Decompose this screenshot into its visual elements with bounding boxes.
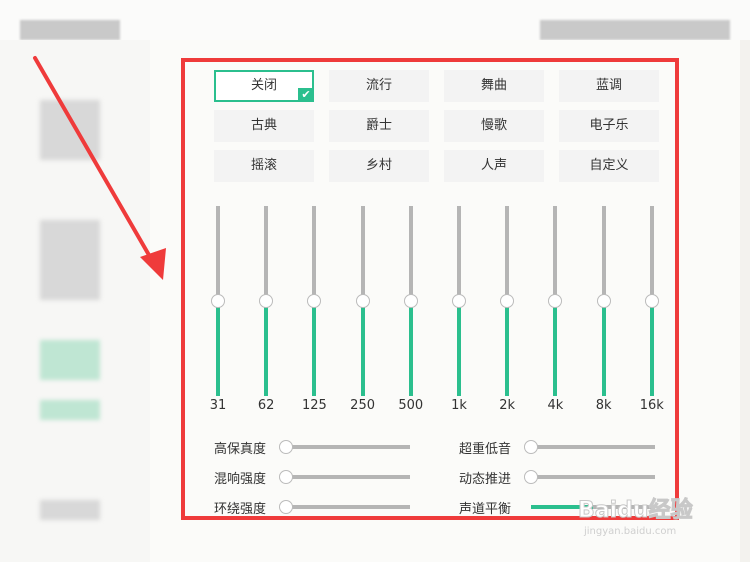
band-frequency-label: 500 [398,398,424,413]
preset-label: 乡村 [365,158,392,173]
slider-fill [601,301,606,396]
eq-band-slider[interactable]: 8k [589,206,619,421]
slider-fill [264,301,269,396]
eq-band-slider[interactable]: 16k [637,206,667,421]
blurred-sidebar-item [40,220,100,300]
blurred-sidebar-item [40,100,100,160]
band-frequency-label: 31 [209,398,227,413]
slider-fill [216,301,220,396]
preset-label: 古典 [250,118,277,133]
blurred-title [20,20,120,40]
blurred-sidebar-item [40,400,100,420]
watermark-url: jingyan.baidu.com [584,526,677,537]
slider-knob[interactable] [307,294,322,308]
preset-button[interactable]: 爵士 [329,110,429,142]
slider-knob[interactable] [500,294,515,308]
slider-knob[interactable] [403,294,418,308]
preset-button[interactable]: 人声 [444,150,544,182]
preset-button[interactable]: 流行 [329,70,429,102]
band-frequency-label: 1k [451,398,467,413]
slider-fill [649,301,654,396]
preset-label: 摇滚 [250,158,277,173]
preset-label: 人声 [480,158,507,173]
effect-label: 声道平衡 [459,502,512,517]
check-icon: ✔ [298,88,314,102]
slider-knob[interactable] [279,440,293,454]
effect-slider[interactable]: 超重低音 [459,436,659,458]
effect-slider[interactable]: 高保真度 [214,436,414,458]
slider-knob[interactable] [524,470,538,484]
preset-label: 电子乐 [589,118,629,133]
slider-fill [505,301,510,396]
effect-slider[interactable]: 动态推进 [459,466,659,488]
eq-band-slider[interactable]: 125 [299,206,329,421]
slider-knob[interactable] [211,294,225,308]
effect-label: 环绕强度 [214,502,267,517]
blurred-sidebar-item [40,500,100,520]
eq-band-slider[interactable]: 2k [492,206,522,421]
band-frequency-label: 62 [257,398,275,413]
preset-button[interactable]: 慢歌 [444,110,544,142]
band-frequency-label: 16k [639,398,664,413]
preset-label: 慢歌 [480,118,507,133]
slider-knob[interactable] [259,294,274,308]
effect-label: 混响强度 [214,472,267,487]
watermark-logo: Baidu经验 [578,498,694,524]
preset-label: 流行 [365,78,392,93]
slider-knob[interactable] [279,470,293,484]
band-frequency-label: 250 [350,398,375,413]
band-frequency-label: 4k [547,398,564,413]
slider-knob[interactable] [279,500,293,514]
preset-button[interactable]: 蓝调 [559,70,659,102]
slider-knob[interactable] [596,294,611,308]
effect-label: 动态推进 [459,472,512,487]
preset-button[interactable]: 摇滚 [214,150,314,182]
preset-label: 爵士 [365,118,392,133]
slider-fill [457,301,461,396]
preset-label: 关闭 [250,78,277,93]
slider-track[interactable] [286,505,410,509]
eq-band-slider[interactable]: 62 [251,206,281,421]
preset-label: 舞曲 [480,78,507,93]
slider-fill [553,301,558,396]
preset-button[interactable]: 关闭 ✔ [214,70,314,102]
preset-button[interactable]: 自定义 [559,150,659,182]
slider-knob[interactable] [548,294,563,308]
preset-button[interactable]: 乡村 [329,150,429,182]
watermark: Baidu经验 jingyan.baidu.com [578,488,728,548]
band-frequency-label: 2k [499,398,516,413]
eq-band-slider[interactable]: 31 [203,206,233,421]
title-bar [0,0,750,40]
effect-slider[interactable]: 混响强度 [214,466,414,488]
slider-track[interactable] [286,475,410,479]
effect-label: 高保真度 [214,442,267,457]
band-frequency-label: 125 [301,398,327,413]
eq-band-slider[interactable]: 500 [396,206,426,421]
effect-slider[interactable]: 环绕强度 [214,496,414,518]
preset-button[interactable]: 古典 [214,110,314,142]
preset-label: 蓝调 [595,78,622,93]
slider-track[interactable] [286,445,410,449]
slider-knob[interactable] [355,294,370,308]
slider-track[interactable] [531,475,655,479]
preset-button[interactable]: 电子乐 [559,110,659,142]
slider-knob[interactable] [452,294,466,308]
eq-band-slider[interactable]: 4k [540,206,570,421]
preset-button[interactable]: 舞曲 [444,70,544,102]
effect-label: 超重低音 [459,442,512,457]
preset-label: 自定义 [589,158,629,173]
eq-band-slider[interactable]: 250 [348,206,378,421]
slider-fill [312,301,317,396]
slider-fill [408,301,413,396]
blurred-window-controls [540,20,730,40]
sidebar [0,40,150,562]
slider-knob[interactable] [644,294,659,308]
band-frequency-label: 8k [595,398,612,413]
slider-knob[interactable] [524,440,538,454]
blurred-sidebar-item [40,340,100,380]
slider-track[interactable] [531,445,655,449]
eq-band-slider[interactable]: 1k [444,206,474,421]
slider-fill [360,301,365,396]
